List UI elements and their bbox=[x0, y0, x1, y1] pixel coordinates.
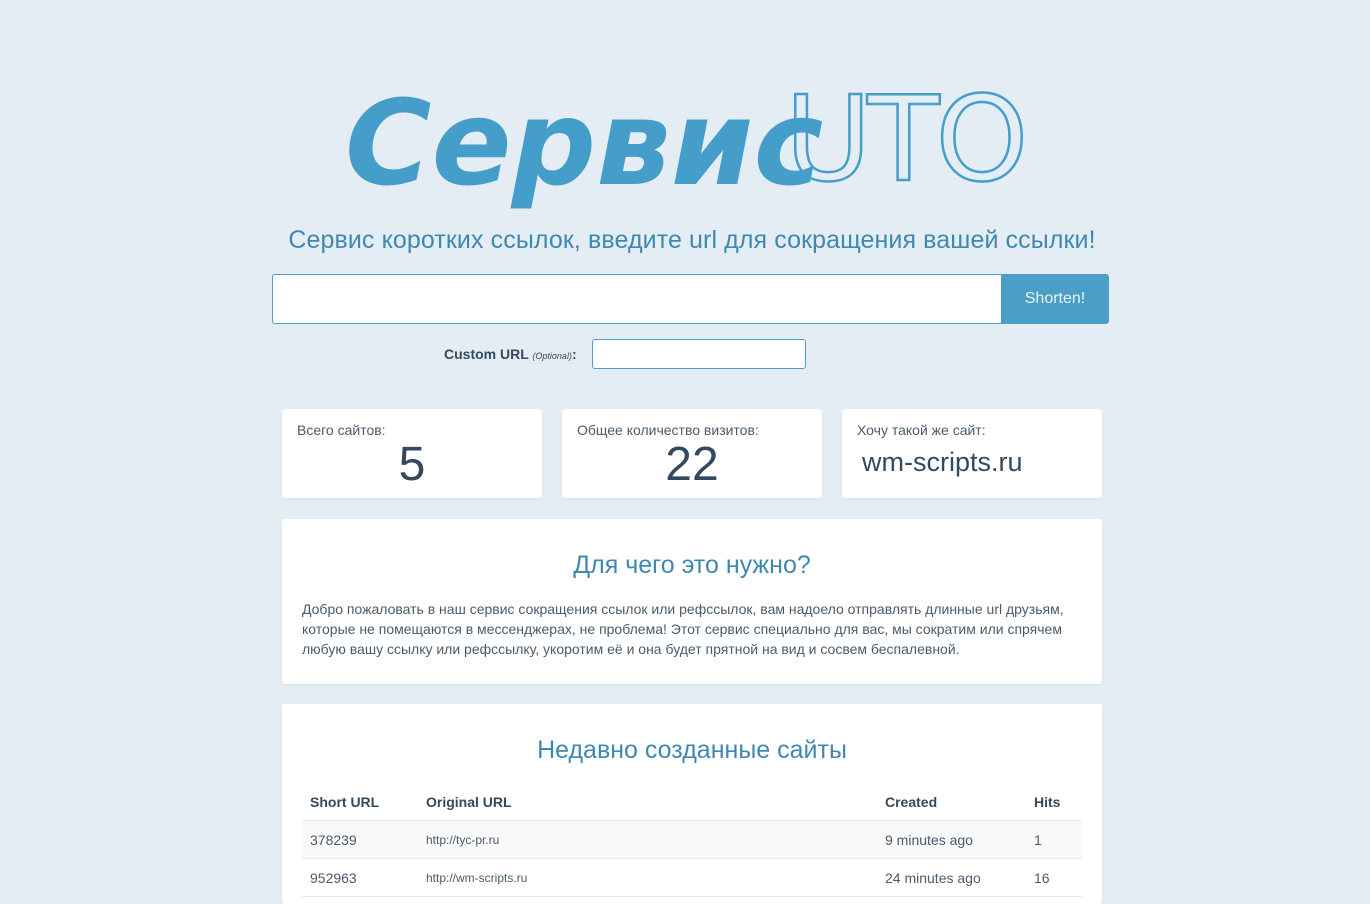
original-url-cell[interactable]: http://wm-scripts.ru bbox=[418, 858, 877, 897]
about-text: Добро пожаловать в наш сервис сокращения… bbox=[302, 601, 1064, 657]
created-cell: 9 minutes ago bbox=[877, 820, 1026, 859]
table-header-row: Short URL Original URL Created Hits bbox=[302, 784, 1082, 821]
hits-cell: 1 bbox=[1026, 820, 1082, 859]
stat-card-total-sites: Всего сайтов: 5 bbox=[282, 409, 542, 498]
column-header-hits: Hits bbox=[1026, 784, 1082, 821]
site-logo[interactable]: Сервис UTO bbox=[0, 74, 1370, 224]
about-card: Для чего это нужно? Добро пожаловать в н… bbox=[282, 519, 1102, 684]
stat-label: Общее количество визитов: bbox=[577, 422, 759, 438]
stat-label: Всего сайтов: bbox=[297, 422, 386, 438]
column-header-original-url: Original URL bbox=[418, 784, 877, 821]
stat-label: Хочу такой же сайт: bbox=[857, 422, 986, 438]
table-row: 378239 http://tyc-pr.ru 9 minutes ago 1 bbox=[302, 820, 1082, 859]
custom-url-label: Custom URL (Optional): bbox=[444, 346, 577, 362]
logo-text-main: Сервис bbox=[345, 74, 823, 212]
short-url-cell[interactable]: 952963 bbox=[302, 858, 418, 897]
original-url-cell[interactable]: http://tyc-pr.ru bbox=[418, 820, 877, 859]
short-url-cell[interactable]: 378239 bbox=[302, 820, 418, 859]
table-row: 952963 http://wm-scripts.ru 24 minutes a… bbox=[302, 858, 1082, 897]
logo-text-accent: UTO bbox=[785, 74, 1024, 208]
recent-sites-card: Недавно созданные сайты Short URL Origin… bbox=[282, 704, 1102, 904]
wm-scripts-link[interactable]: wm-scripts.ru bbox=[862, 447, 1023, 478]
stat-card-want-site: Хочу такой же сайт: wm-scripts.ru bbox=[842, 409, 1102, 498]
stat-value: 5 bbox=[398, 438, 426, 491]
column-header-created: Created bbox=[877, 784, 1026, 821]
optional-hint: (Optional) bbox=[532, 351, 572, 361]
stat-card-total-visits: Общее количество визитов: 22 bbox=[562, 409, 822, 498]
hits-cell: 16 bbox=[1026, 858, 1082, 897]
shorten-button[interactable]: Shorten! bbox=[1001, 274, 1109, 324]
url-input[interactable] bbox=[272, 274, 1001, 324]
created-cell: 24 minutes ago bbox=[877, 858, 1026, 897]
recent-sites-table: Short URL Original URL Created Hits 3782… bbox=[302, 784, 1082, 897]
shorten-form: Shorten! bbox=[272, 274, 1109, 324]
page-subtitle: Сервис коротких ссылок, введите url для … bbox=[288, 226, 1096, 254]
about-title: Для чего это нужно? bbox=[573, 551, 811, 579]
recent-title: Недавно созданные сайты bbox=[537, 736, 847, 764]
stat-value: 22 bbox=[665, 438, 719, 491]
custom-url-input[interactable] bbox=[592, 339, 806, 369]
column-header-short-url: Short URL bbox=[302, 784, 418, 821]
